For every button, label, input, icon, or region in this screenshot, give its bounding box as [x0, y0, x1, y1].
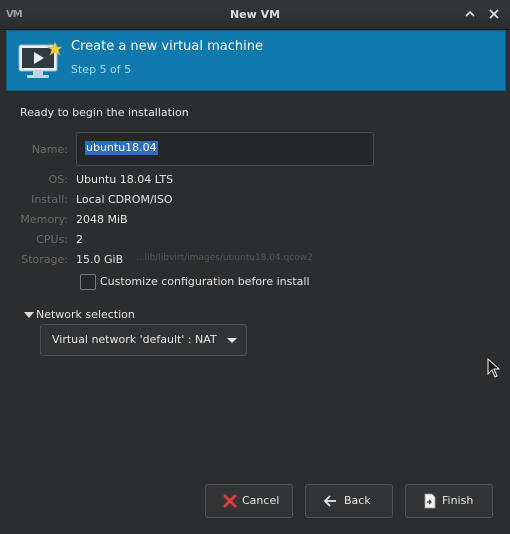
cancel-button[interactable]: Cancel — [205, 484, 293, 518]
install-label: Install: — [31, 193, 68, 206]
install-value: Local CDROM/ISO — [76, 193, 173, 206]
memory-value: 2048 MiB — [76, 213, 128, 226]
close-icon — [489, 9, 499, 19]
cancel-icon — [223, 494, 237, 508]
vm-name-input[interactable]: ubuntu18.04 — [76, 132, 374, 166]
back-label: Back — [344, 494, 371, 507]
finish-label: Finish — [442, 494, 474, 507]
wizard-step: Step 5 of 5 — [71, 63, 132, 76]
network-source-value: Virtual network 'default' : NAT — [52, 333, 217, 346]
os-value: Ubuntu 18.04 LTS — [76, 173, 174, 186]
collapse-window-button[interactable] — [462, 6, 478, 22]
chevron-up-icon — [465, 10, 475, 17]
cpus-value: 2 — [76, 233, 83, 246]
wizard-title: Create a new virtual machine — [71, 39, 263, 54]
finish-icon — [424, 493, 436, 509]
cancel-label: Cancel — [242, 494, 280, 507]
back-button[interactable]: Back — [305, 484, 393, 518]
network-source-dropdown[interactable]: Virtual network 'default' : NAT — [40, 324, 247, 356]
mouse-pointer-icon — [487, 358, 501, 378]
title-bar: VM New VM — [0, 0, 510, 30]
cpus-label: CPUs: — [36, 233, 68, 246]
storage-label: Storage: — [21, 253, 68, 266]
close-window-button[interactable] — [486, 6, 502, 22]
network-selection-expander[interactable]: Network selection — [36, 308, 135, 321]
memory-label: Memory: — [20, 213, 68, 226]
customize-label[interactable]: Customize configuration before install — [100, 275, 310, 288]
name-label: Name: — [31, 143, 68, 156]
finish-button[interactable]: Finish — [405, 484, 493, 518]
new-vm-icon — [18, 41, 63, 78]
storage-path: ...lib/libvirt/images/ubuntu18.04.qcow2 — [136, 253, 313, 263]
vm-name-value: ubuntu18.04 — [85, 141, 158, 155]
window-title: New VM — [229, 8, 281, 21]
dropdown-arrow-icon — [227, 338, 237, 343]
wizard-header-banner: Create a new virtual machine Step 5 of 5 — [6, 30, 506, 91]
ready-heading: Ready to begin the installation — [20, 106, 189, 119]
customize-checkbox[interactable] — [80, 274, 96, 290]
os-label: OS: — [48, 173, 68, 186]
back-arrow-icon — [323, 495, 336, 507]
expander-arrow-icon[interactable] — [24, 312, 34, 318]
storage-value: 15.0 GiB — [76, 253, 124, 266]
